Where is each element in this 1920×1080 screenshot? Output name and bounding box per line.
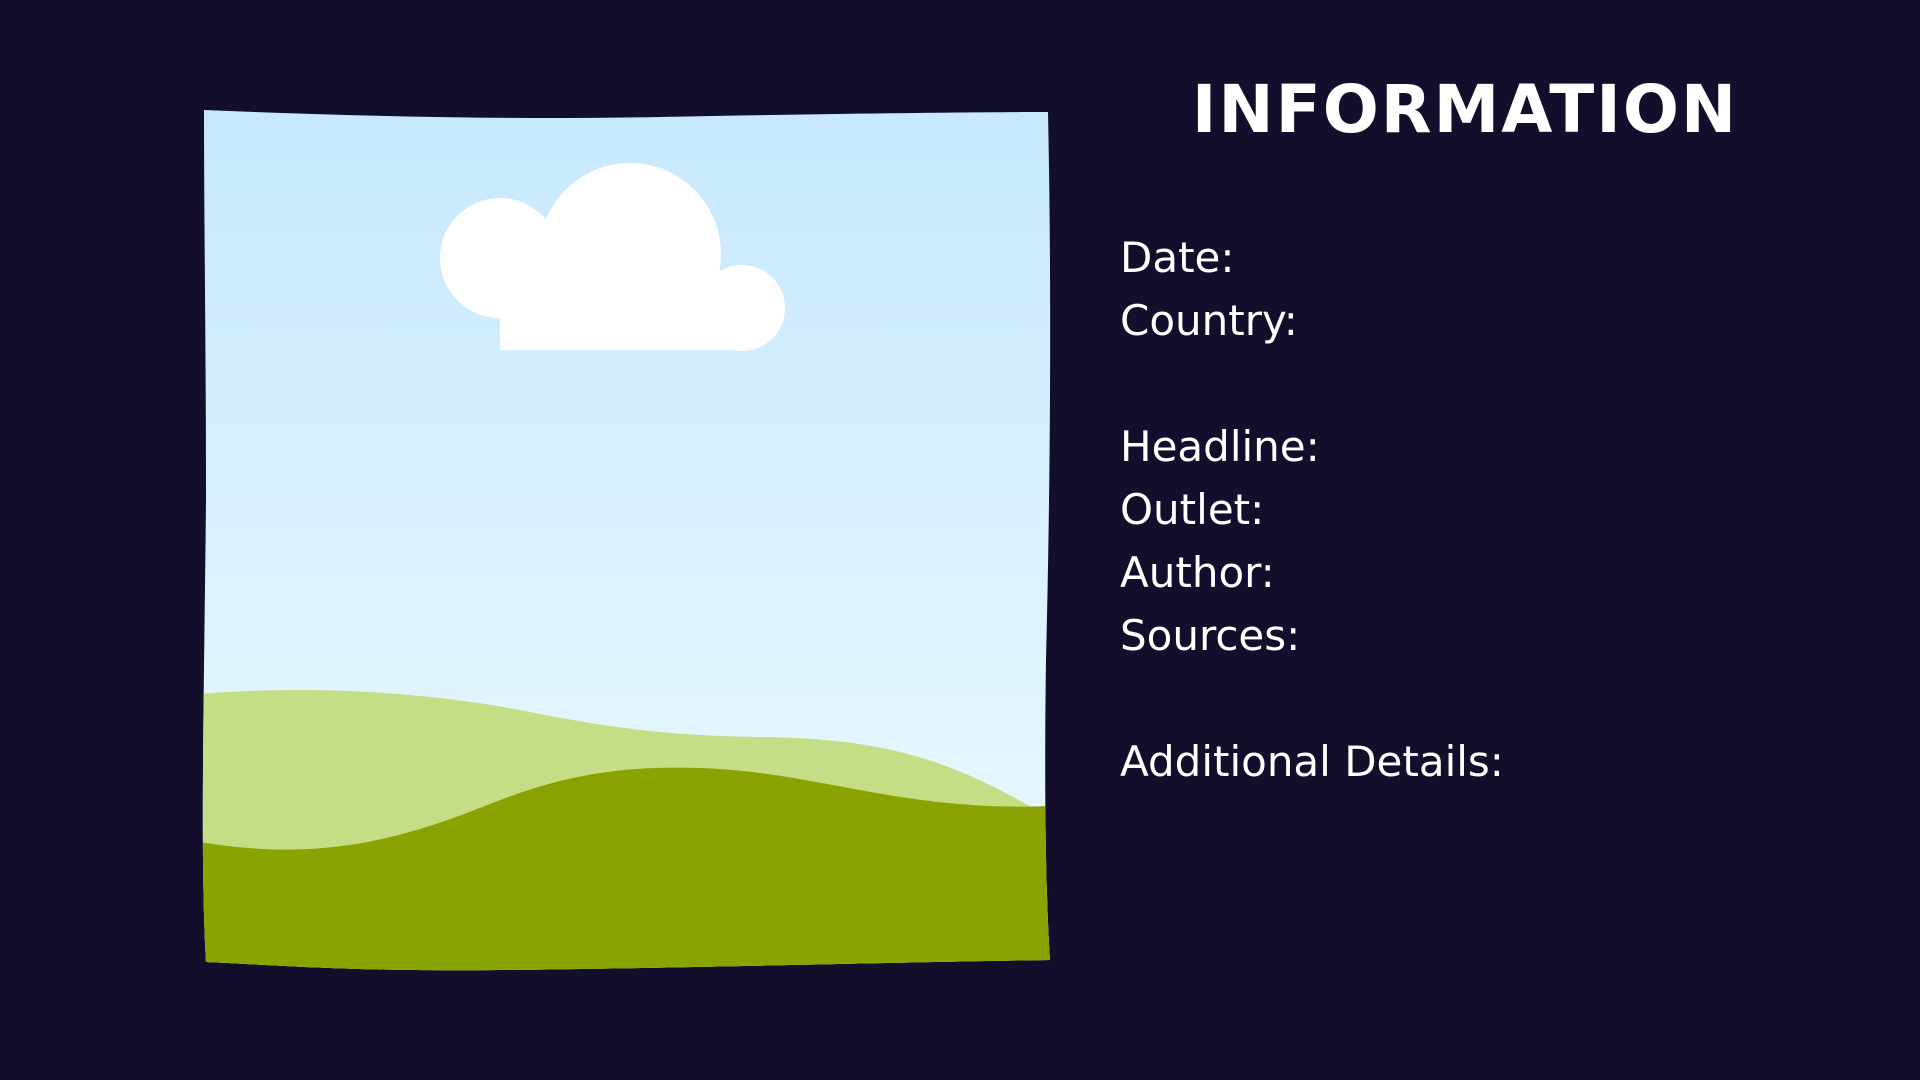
author-label: Author: xyxy=(1120,548,1275,597)
info-field-list: Date: Country: Headline: Outlet: Author:… xyxy=(1120,226,1504,793)
sources-label: Sources: xyxy=(1120,611,1301,660)
country-label: Country: xyxy=(1120,296,1298,345)
outlet-label: Outlet: xyxy=(1120,485,1265,534)
slide: INFORMATION Date: Country: Headline: Out… xyxy=(0,0,1920,1080)
date-label: Date: xyxy=(1120,233,1235,282)
page-title: INFORMATION xyxy=(1191,71,1739,148)
image-placeholder-icon xyxy=(200,100,1056,980)
headline-label: Headline: xyxy=(1120,422,1320,471)
additional-details-label: Additional Details: xyxy=(1120,737,1504,786)
